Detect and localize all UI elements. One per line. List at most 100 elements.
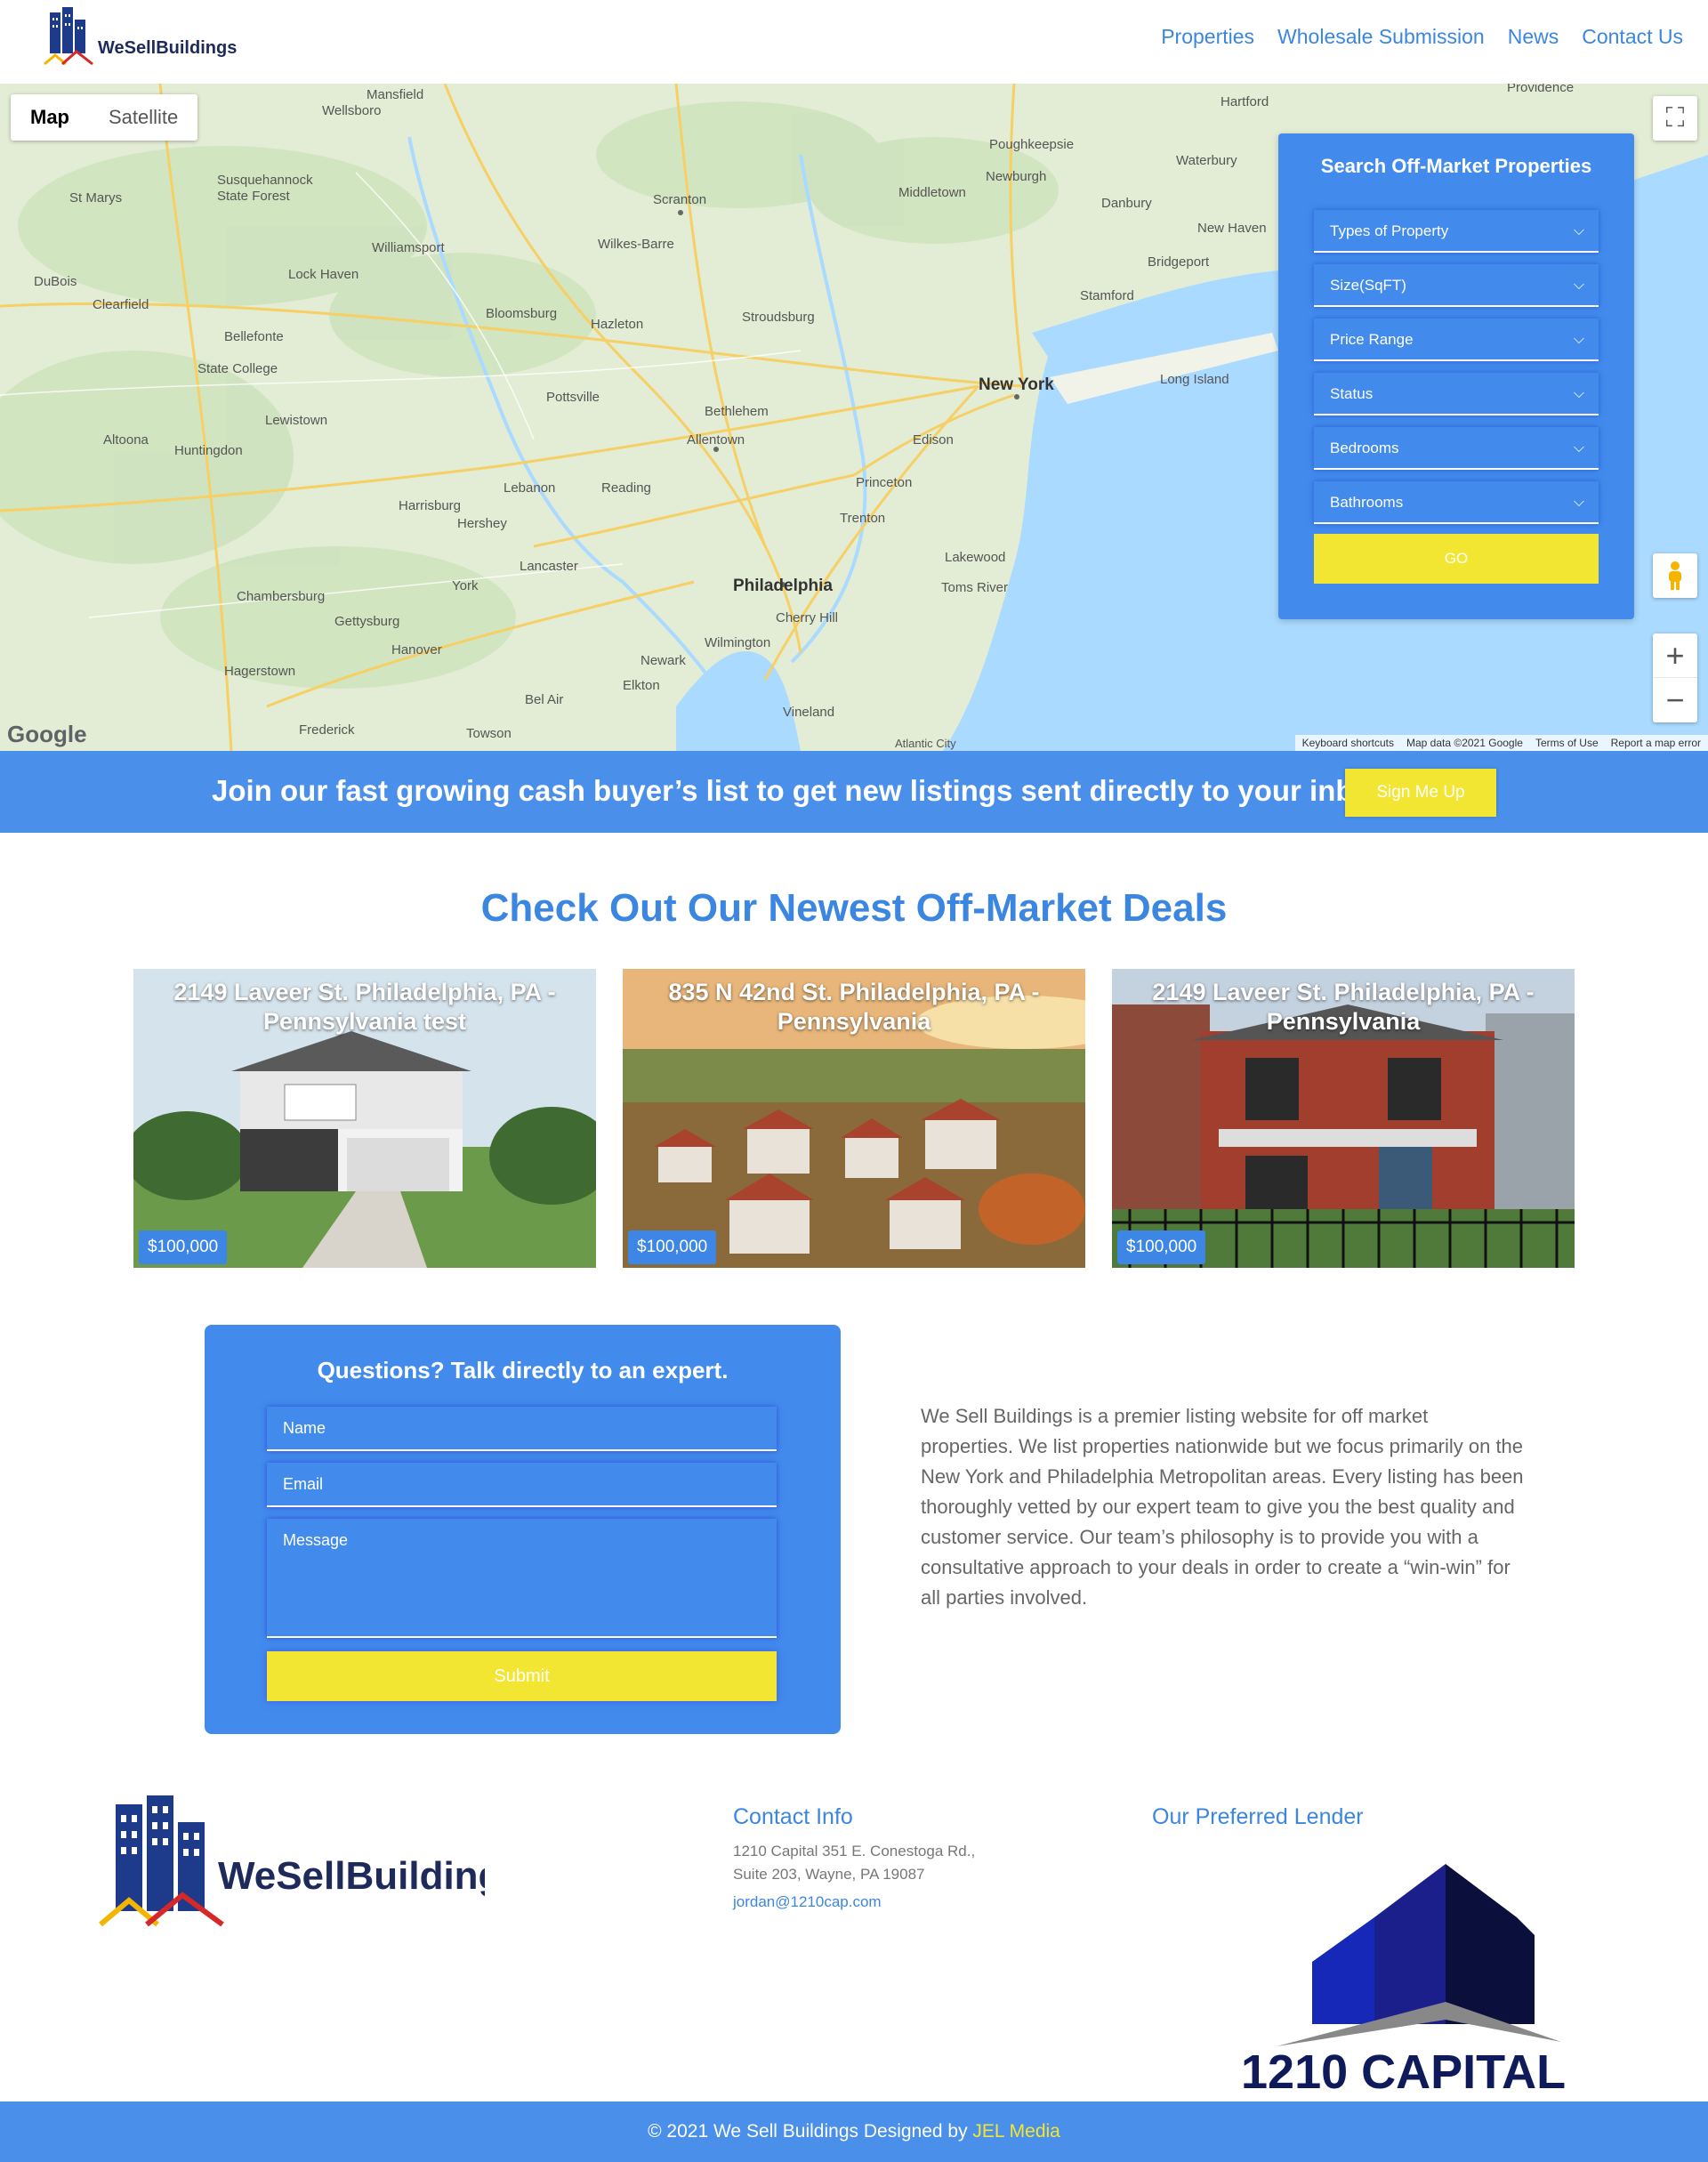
site-header: WeSellBuildings Properties Wholesale Sub… — [0, 0, 1708, 84]
site-logo[interactable]: WeSellBuildings — [43, 7, 238, 71]
map-label-long-island: Long Island — [1160, 372, 1229, 387]
map-label-pottsville: Pottsville — [546, 390, 600, 405]
chevron-down-icon: ⌵ — [1573, 278, 1584, 293]
filter-label: Status — [1330, 385, 1374, 402]
map-label-stamford: Stamford — [1080, 288, 1134, 303]
form-title: Questions? Talk directly to an expert. — [317, 1357, 729, 1384]
nav-contact-us[interactable]: Contact Us — [1582, 25, 1683, 49]
submit-button[interactable]: Submit — [267, 1651, 777, 1701]
street-view-pegman[interactable] — [1653, 553, 1697, 598]
footer-logo[interactable]: WeSellBuildings — [93, 1795, 485, 1929]
address-line-2: Suite 203, Wayne, PA 19087 — [733, 1866, 925, 1883]
map-label-lakewood: Lakewood — [945, 550, 1006, 565]
filter-bedrooms[interactable]: Bedrooms ⌵ — [1314, 427, 1599, 470]
map-label-danbury: Danbury — [1101, 196, 1152, 211]
map-type-satellite-button[interactable]: Satellite — [89, 94, 197, 141]
banner-text: Join our fast growing cash buyer’s list … — [212, 774, 1389, 807]
terms-of-use-link[interactable]: Terms of Use — [1535, 737, 1599, 749]
nav-wholesale-submission[interactable]: Wholesale Submission — [1277, 25, 1485, 49]
svg-text:WeSellBuildings: WeSellBuildings — [218, 1854, 485, 1898]
google-logo: Google — [7, 721, 87, 747]
deal-title: 2149 Laveer St. Philadelphia, PA - Penns… — [173, 979, 556, 1035]
message-field[interactable]: Message — [267, 1519, 777, 1638]
map-type-map-button[interactable]: Map — [11, 94, 89, 141]
chevron-down-icon: ⌵ — [1573, 332, 1584, 347]
map-label-hagerstown: Hagerstown — [224, 664, 296, 679]
filter-size[interactable]: Size(SqFT) ⌵ — [1314, 264, 1599, 307]
fullscreen-icon: ⛶ — [1665, 103, 1685, 133]
filter-label: Bedrooms — [1330, 440, 1399, 456]
contact-info-heading: Contact Info — [733, 1804, 853, 1829]
sign-me-up-button[interactable]: Sign Me Up — [1345, 769, 1496, 817]
map-label-dubois: DuBois — [34, 274, 77, 289]
map-label-bellefonte: Bellefonte — [224, 329, 284, 344]
search-title: Search Off-Market Properties — [1320, 155, 1592, 177]
map-label-toms-river: Toms River — [941, 580, 1009, 595]
zoom-out-button[interactable]: − — [1653, 678, 1697, 722]
chevron-down-icon: ⌵ — [1573, 223, 1584, 238]
map-label-princeton: Princeton — [856, 475, 913, 490]
map-label-reading: Reading — [601, 480, 651, 496]
filter-label: Price Range — [1330, 331, 1414, 348]
map-label-new-york: New York — [979, 375, 1054, 394]
map-label-trenton: Trenton — [840, 511, 886, 526]
deal-card[interactable]: 2149 Laveer St. Philadelphia, PA - Penns… — [133, 969, 596, 1268]
property-map[interactable]: New York Philadelphia Allentown Bethlehe… — [0, 84, 1708, 751]
map-label-poughkeepsie: Poughkeepsie — [989, 137, 1075, 152]
search-go-button[interactable]: GO — [1314, 534, 1599, 584]
name-field[interactable]: Name — [267, 1407, 777, 1451]
chevron-down-icon: ⌵ — [1573, 440, 1584, 456]
map-label-hazleton: Hazleton — [591, 317, 644, 332]
zoom-in-button[interactable]: + — [1653, 633, 1697, 678]
main-nav: Properties Wholesale Submission News Con… — [1161, 25, 1683, 49]
price-badge: $100,000 — [628, 1230, 717, 1264]
filter-bathrooms[interactable]: Bathrooms ⌵ — [1314, 481, 1599, 524]
map-label-scranton: Scranton — [653, 192, 707, 207]
address-line-1: 1210 Capital 351 E. Conestoga Rd., — [733, 1843, 976, 1859]
lender-logo[interactable]: 1210 CAPITAL — [1241, 1855, 1606, 2095]
map-label-hanover: Hanover — [391, 642, 442, 657]
filter-label: Size(SqFT) — [1330, 277, 1406, 294]
map-label-huntingdon: Huntingdon — [174, 443, 243, 458]
copyright-text: © 2021 We Sell Buildings Designed by — [648, 2121, 973, 2142]
pegman-icon — [1669, 561, 1681, 590]
keyboard-shortcuts-link[interactable]: Keyboard shortcuts — [1302, 737, 1394, 749]
map-label-towson: Towson — [466, 726, 512, 741]
filter-status[interactable]: Status ⌵ — [1314, 373, 1599, 415]
svg-text:WeSellBuildings: WeSellBuildings — [98, 38, 237, 58]
map-label-cherry-hill: Cherry Hill — [776, 610, 839, 625]
map-label-lancaster: Lancaster — [520, 559, 578, 574]
map-label-gettysburg: Gettysburg — [334, 614, 400, 629]
price-badge: $100,000 — [139, 1230, 228, 1264]
deal-card[interactable]: 2149 Laveer St. Philadelphia, PA - Penns… — [1112, 969, 1575, 1268]
email-field[interactable]: Email — [267, 1463, 777, 1507]
map-label-chambersburg: Chambersburg — [237, 589, 326, 604]
report-map-error-link[interactable]: Report a map error — [1611, 737, 1701, 749]
deal-card[interactable]: 835 N 42nd St. Philadelphia, PA - Pennsy… — [623, 969, 1085, 1268]
map-label-atlantic-city: Atlantic City — [895, 737, 956, 750]
price-badge: $100,000 — [1117, 1230, 1206, 1264]
map-label-york: York — [452, 578, 479, 593]
nav-properties[interactable]: Properties — [1161, 25, 1254, 49]
map-label-providence: Providence — [1507, 84, 1575, 95]
map-label-waterbury: Waterbury — [1176, 153, 1237, 168]
designer-link[interactable]: JEL Media — [972, 2121, 1059, 2142]
filter-price-range[interactable]: Price Range ⌵ — [1314, 319, 1599, 361]
zoom-control: + − — [1653, 633, 1697, 722]
deal-title: 2149 Laveer St. Philadelphia, PA - Penns… — [1152, 979, 1535, 1035]
svg-text:1210 CAPITAL: 1210 CAPITAL — [1241, 2045, 1566, 2095]
signup-banner: Join our fast growing cash buyer’s list … — [0, 751, 1708, 833]
map-label-wilkes-barre: Wilkes-Barre — [598, 237, 674, 252]
map-label-stroudsburg: Stroudsburg — [742, 310, 815, 325]
deal-title: 835 N 42nd St. Philadelphia, PA - Pennsy… — [668, 979, 1040, 1035]
map-label-wellsboro: Wellsboro — [322, 103, 382, 118]
map-label-lewistown: Lewistown — [265, 413, 328, 428]
about-text: We Sell Buildings is a premier listing w… — [921, 1405, 1524, 1609]
filter-property-type[interactable]: Types of Property ⌵ — [1314, 210, 1599, 253]
email-link[interactable]: jordan@1210cap.com — [733, 1893, 882, 1911]
map-label-state-college: State College — [197, 361, 278, 376]
nav-news[interactable]: News — [1508, 25, 1559, 49]
deals-heading: Check Out Our Newest Off-Market Deals — [480, 886, 1228, 930]
fullscreen-button[interactable]: ⛶ — [1653, 96, 1697, 141]
map-label-harrisburg: Harrisburg — [399, 498, 462, 513]
